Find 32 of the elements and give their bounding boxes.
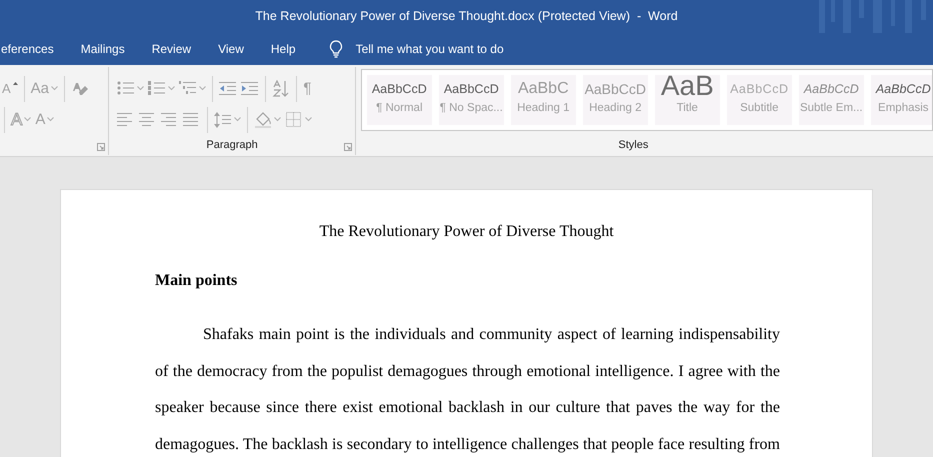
style-item[interactable]: AaBbCcD Subtitle	[726, 75, 792, 125]
increase-indent-icon	[241, 80, 260, 98]
group-label: Paragraph	[205, 138, 259, 152]
borders-icon	[285, 110, 304, 128]
body-paragraph: Shafaks main point is the individuals and community aspect of learning indispensability of the democracy from the populist demagogues through emotional intelligence. I agree with the speaker because since there exist emotional backlash in our culture that paves the way for the demagogues. The backlash is secondary to intelligence challenges that people face resulting from	[155, 325, 780, 455]
line-spacing-icon	[214, 110, 232, 128]
ribbon-tab[interactable]: View	[218, 40, 254, 58]
style-item[interactable]: AaBbCcD Heading 2	[582, 75, 648, 125]
style-item[interactable]: AaBbC Heading 1	[510, 75, 576, 125]
style-item[interactable]: AaBbCcD Subtle Em...	[798, 75, 864, 125]
list-bullets-icon	[117, 80, 136, 98]
ribbon-tab[interactable]: Help	[270, 40, 306, 58]
section-heading: Main points	[155, 271, 238, 291]
window-title: The Revolutionary Power of Diverse Thought.docx (Protected View) - Word	[255, 8, 678, 26]
style-item[interactable]: AaB Title	[654, 75, 720, 125]
list-numbering-icon	[148, 80, 166, 98]
lightbulb-icon	[328, 40, 343, 58]
group-label: Styles	[617, 138, 650, 152]
ribbon-tab[interactable]: eferences	[0, 40, 64, 58]
paint-bucket-icon	[254, 110, 272, 128]
search-field[interactable]: Tell me what you want to do	[356, 40, 504, 58]
style-item[interactable]: AaBbCcD Emphasis	[870, 75, 932, 125]
decrease-indent-icon	[219, 80, 238, 98]
style-item[interactable]: AaBbCcD ¶ No Spac...	[438, 75, 504, 125]
ribbon-tab[interactable]: Review	[152, 40, 202, 58]
ribbon-tab[interactable]: Mailings	[80, 40, 135, 58]
grow-arrow-icon	[12, 82, 18, 84]
style-item[interactable]: AaBbCcD ¶ Normal	[366, 75, 432, 125]
document-title: The Revolutionary Power of Diverse Thought	[318, 222, 615, 242]
dialog-launcher-icon[interactable]	[97, 143, 106, 151]
dialog-launcher-icon[interactable]	[344, 143, 352, 151]
sort-icon	[272, 80, 290, 98]
